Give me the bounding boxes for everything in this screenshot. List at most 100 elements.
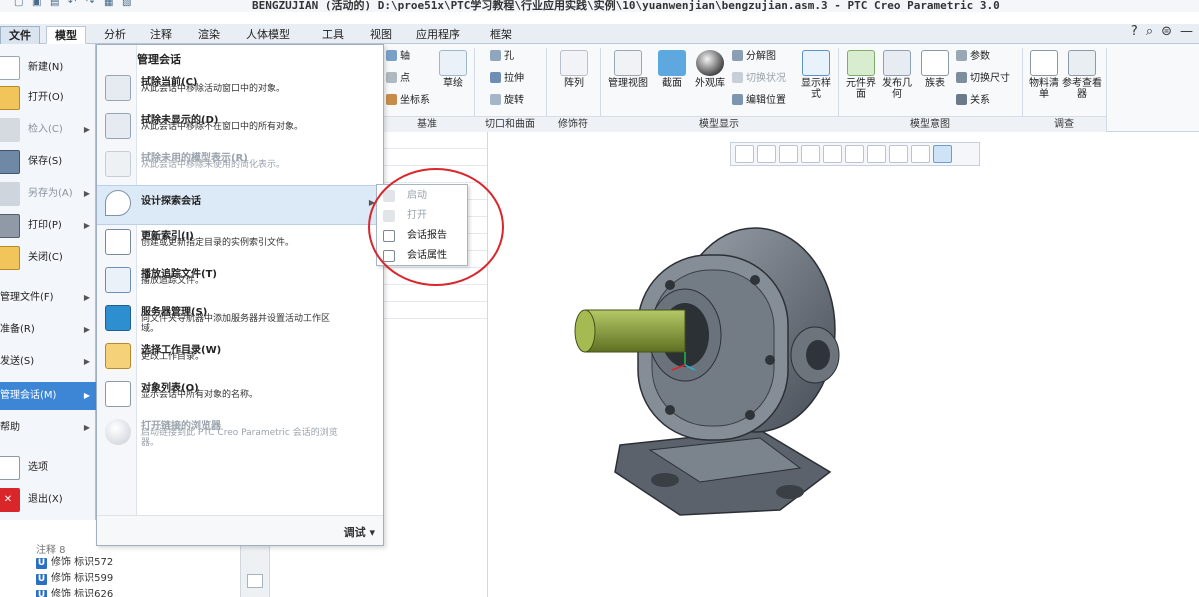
component-interface-button[interactable]: 元件界面 — [844, 50, 878, 100]
section-icon — [658, 50, 686, 76]
file-menu-send[interactable]: 发送(S) ▶ — [0, 348, 96, 376]
extrude-button[interactable]: 拉伸 — [490, 72, 524, 86]
zoom-in-icon[interactable] — [757, 145, 776, 163]
tab-tools[interactable]: 工具 — [314, 26, 352, 44]
relations-icon — [956, 94, 967, 105]
select-working-directory-item[interactable]: 选择工作目录(W) 更改工作目录。 — [97, 339, 383, 379]
publish-geometry-button[interactable]: 发布几何 — [880, 50, 914, 100]
file-menu-manage-session[interactable]: 管理会话(M) ▶ — [0, 382, 96, 410]
section-button[interactable]: 截面 — [656, 50, 688, 89]
revolve-button[interactable]: 旋转 — [490, 94, 524, 108]
sketch-button[interactable]: 草绘 — [436, 50, 470, 89]
cosmetic-feature-icon: U — [36, 574, 47, 585]
undo-icon[interactable]: ↶ — [68, 0, 80, 9]
new-file-icon[interactable]: ▢ — [14, 0, 26, 9]
display-style-icon[interactable] — [823, 145, 842, 163]
sketch-icon — [439, 50, 467, 76]
tab-render[interactable]: 渲染 — [190, 26, 228, 44]
hole-button[interactable]: 孔 — [490, 50, 514, 64]
reference-viewer-button[interactable]: 参考查看器 — [1062, 50, 1102, 100]
update-index-item[interactable]: 更新索引(I) 创建或更新指定目录的实例索引文件。 — [97, 225, 383, 265]
zoom-out-icon[interactable] — [779, 145, 798, 163]
family-table-button[interactable]: 族表 — [918, 50, 952, 89]
point-button[interactable]: 点 — [386, 72, 410, 86]
search-icon[interactable]: ⌕ — [1146, 24, 1153, 39]
datum-display-icon[interactable] — [889, 145, 908, 163]
tab-annotate[interactable]: 注释 — [142, 26, 180, 44]
object-list-item[interactable]: 对象列表(O) 显示会话中所有对象的名称。 — [97, 377, 383, 417]
regenerate-icon[interactable]: ▦ — [104, 0, 116, 9]
reference-viewer-icon — [1068, 50, 1096, 76]
debug-button[interactable]: 调试 ▾ — [344, 524, 375, 540]
tree-item[interactable]: U 修饰 标识572 — [36, 556, 113, 570]
file-menu-prepare[interactable]: 准备(R) ▶ — [0, 316, 96, 344]
toggle-state-button[interactable]: 切换状况 — [732, 72, 786, 86]
file-menu-exit[interactable]: ✕ 退出(X) — [0, 486, 96, 514]
group-model-intent: 模型意图 — [838, 116, 1022, 132]
family-table-icon — [921, 50, 949, 76]
csys-button[interactable]: 坐标系 — [386, 94, 430, 108]
design-exploration-session-item[interactable]: 设计探索会话 ▶ — [97, 185, 383, 225]
save-icon[interactable]: ▤ — [50, 0, 62, 9]
tab-analysis[interactable]: 分析 — [96, 26, 134, 44]
explode-view-button[interactable]: 分解图 — [732, 50, 776, 64]
gear-pump-model[interactable] — [560, 210, 860, 540]
tab-model[interactable]: 模型 — [46, 26, 86, 44]
show-icon[interactable] — [247, 574, 263, 588]
bom-button[interactable]: 物料清单 — [1028, 50, 1060, 100]
tab-manikin[interactable]: 人体模型 — [238, 26, 298, 44]
relations-button[interactable]: 关系 — [956, 94, 990, 108]
file-menu-save-as[interactable]: 另存为(A) ▶ — [0, 180, 96, 208]
file-menu-open[interactable]: 打开(O) — [0, 84, 96, 112]
window-right-icons: ? ⌕ ⊜ — — [1131, 24, 1193, 39]
erase-current-icon — [105, 75, 131, 101]
chevron-right-icon: ▶ — [83, 325, 90, 334]
component-interface-icon — [847, 50, 875, 76]
saved-orientations-icon[interactable] — [845, 145, 864, 163]
settings-icon[interactable]: ⊜ — [1161, 24, 1172, 39]
redo-icon[interactable]: ↷ — [86, 0, 98, 9]
open-file-icon[interactable]: ▣ — [32, 0, 44, 9]
view-manager-icon[interactable] — [867, 145, 886, 163]
file-menu-options[interactable]: 选项 — [0, 454, 96, 482]
file-menu-new[interactable]: 新建(N) — [0, 54, 96, 82]
tab-view[interactable]: 视图 — [362, 26, 400, 44]
play-trail-file-item[interactable]: 播放追踪文件(T) 播放追踪文件。 — [97, 263, 383, 303]
checkin-icon — [0, 118, 20, 142]
refit-icon[interactable] — [735, 145, 754, 163]
annotation-display-icon[interactable] — [933, 145, 952, 163]
file-menu-manage-file[interactable]: 管理文件(F) ▶ — [0, 284, 96, 312]
spin-center-icon[interactable] — [911, 145, 930, 163]
new-icon — [0, 56, 20, 80]
open-linked-browser-item[interactable]: 打开链接的浏览器 启动链接到此 PTC Creo Parametric 会话的浏览… — [97, 415, 383, 463]
tree-item[interactable]: U 修饰 标识626 — [36, 588, 113, 597]
help-icon[interactable]: ? — [1131, 24, 1138, 39]
appearance-button[interactable]: 外观库 — [690, 50, 730, 89]
file-menu-close[interactable]: 关闭(C) — [0, 244, 96, 272]
hole-icon — [490, 50, 501, 61]
minimize-icon[interactable]: — — [1180, 24, 1193, 39]
display-style-button[interactable]: 显示样式 — [798, 50, 834, 100]
erase-unused-reps-item[interactable]: 拭除未用的模型表示(R) 从此会话中移除未使用的简化表示。 — [97, 147, 383, 187]
file-menu-save[interactable]: 保存(S) — [0, 148, 96, 176]
manage-view-button[interactable]: 管理视图 — [604, 50, 652, 89]
close-folder-icon — [0, 246, 20, 270]
tab-applications[interactable]: 应用程序 — [408, 26, 468, 44]
server-monitor-icon — [105, 305, 131, 331]
axis-button[interactable]: 轴 — [386, 50, 410, 64]
tab-file[interactable]: 文件▾ — [0, 26, 40, 60]
edit-position-button[interactable]: 编辑位置 — [732, 94, 786, 108]
file-menu-checkin[interactable]: 检入(C) ▶ — [0, 116, 96, 144]
pattern-button[interactable]: 阵列 — [556, 50, 592, 89]
repaint-icon[interactable] — [801, 145, 820, 163]
tab-framework[interactable]: 框架 — [482, 26, 520, 44]
tree-item[interactable]: U 修饰 标识599 — [36, 572, 113, 586]
switch-dimensions-button[interactable]: 切换尺寸 — [956, 72, 1010, 86]
windows-icon[interactable]: ▧ — [122, 0, 134, 9]
erase-not-displayed-item[interactable]: 拭除未显示的(D) 从此会话中移除不在窗口中的所有对象。 — [97, 109, 383, 149]
file-menu-help[interactable]: 帮助 ▶ — [0, 414, 96, 442]
server-management-item[interactable]: 服务器管理(S) 向文件夹导航器中添加服务器并设置活动工作区域。 — [97, 301, 383, 341]
file-menu-print[interactable]: 打印(P) ▶ — [0, 212, 96, 240]
erase-current-item[interactable]: 拭除当前(C) 从此会话中移除活动窗口中的对象。 — [97, 71, 383, 111]
parameters-button[interactable]: 参数 — [956, 50, 990, 64]
